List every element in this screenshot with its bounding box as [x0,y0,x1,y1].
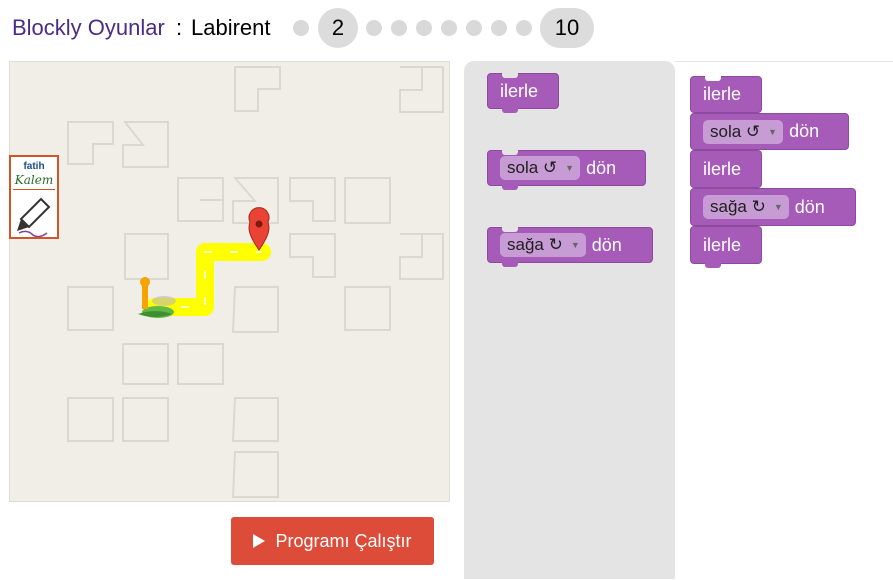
block-notch [502,73,518,78]
block-label: ilerle [703,158,742,179]
dropdown-value: sola ↺ [710,121,761,141]
toolbox-block-turn-left[interactable]: sola ↺ ▼ dön [487,150,646,190]
header: Blockly Oyunlar : Labirent 2 10 [0,0,893,58]
block-notch [502,227,518,232]
level-current-badge[interactable]: 2 [318,8,358,48]
dropdown-caret-icon: ▼ [565,163,575,173]
fatih-kalem-logo[interactable]: fatih Kalem [9,155,59,239]
program-block-ilerle-3[interactable]: ilerle [690,226,762,268]
level-last-badge[interactable]: 10 [540,8,594,48]
level-dot-8[interactable] [491,20,507,36]
logo-line2: Kalem [14,173,54,187]
block-notch-bottom [705,263,721,268]
app-title-link[interactable]: Blockly Oyunlar [12,15,165,41]
dropdown-value: sağa ↻ [507,235,563,254]
block-suffix: dön [586,157,617,178]
direction-dropdown[interactable]: sola ↺ ▼ [500,156,581,180]
title-separator: : [176,15,183,40]
run-program-label: Programı Çalıştır [275,530,412,551]
level-dot-6[interactable] [441,20,457,36]
play-icon [253,534,266,548]
program-block-ilerle-2[interactable]: ilerle [690,150,762,188]
direction-dropdown[interactable]: sola ↺ ▼ [703,119,784,144]
maze-canvas [9,61,450,502]
level-dot-1[interactable] [293,20,309,36]
program-block-ilerle-1[interactable]: ilerle [690,76,762,113]
toolbox-block-ilerle[interactable]: ilerle [487,73,559,113]
maze-graphic [67,66,444,498]
toolbox-block-turn-right[interactable]: sağa ↻ ▼ dön [487,227,653,267]
dropdown-value: sola ↺ [507,158,558,177]
program-block-turn-left[interactable]: sola ↺ ▼ dön [690,113,849,150]
block-suffix: dön [794,196,825,217]
pen-icon [13,189,55,237]
level-dot-7[interactable] [466,20,482,36]
block-notch-bottom [502,185,518,190]
page-title: Labirent [191,15,271,40]
direction-dropdown[interactable]: sağa ↻ ▼ [703,195,789,219]
run-program-button[interactable]: Programı Çalıştır [231,517,434,565]
direction-dropdown[interactable]: sağa ↻ ▼ [500,233,586,257]
block-suffix: dön [789,121,820,141]
program-block-turn-right[interactable]: sağa ↻ ▼ dön [690,188,856,226]
block-label: ilerle [500,80,539,101]
block-label: ilerle [703,234,742,255]
maze-tiles [67,66,444,498]
level-dot-4[interactable] [391,20,407,36]
block-notch-bottom [502,262,518,267]
logo-line1: fatih [23,161,45,172]
level-dot-5[interactable] [416,20,432,36]
block-toolbox [464,61,675,579]
level-dot-3[interactable] [366,20,382,36]
block-notch [502,150,518,155]
pegman-player [138,277,176,318]
block-label: ilerle [703,84,742,104]
block-notch-bottom [502,108,518,113]
dropdown-caret-icon: ▼ [768,126,778,137]
dropdown-value: sağa ↻ [710,197,766,216]
block-suffix: dön [591,234,622,255]
level-dot-9[interactable] [516,20,532,36]
dropdown-caret-icon: ▼ [773,202,783,212]
dropdown-caret-icon: ▼ [570,240,580,250]
block-notch [705,76,721,81]
